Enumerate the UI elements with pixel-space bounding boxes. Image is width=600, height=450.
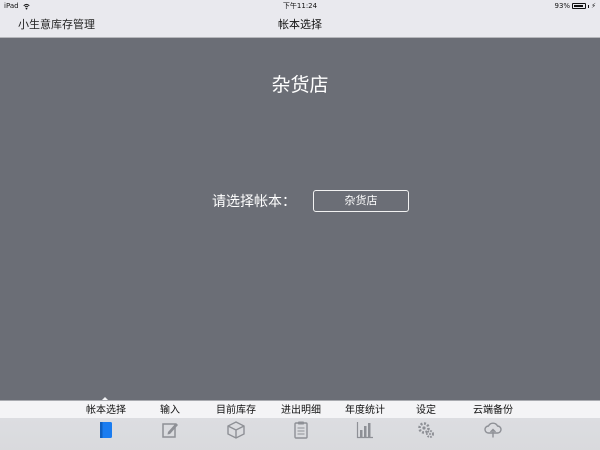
tab-label: 进出明细 (281, 405, 321, 416)
main-content: 杂货店 请选择帐本： 杂货店 (0, 38, 600, 400)
box-icon (227, 421, 245, 439)
battery-tip (588, 4, 590, 8)
tab-label: 帐本选择 (86, 405, 126, 416)
tab-cloud-backup[interactable]: 云端备份 (461, 401, 525, 450)
tab-ledger-select[interactable]: 帐本选择 (74, 401, 138, 450)
edit-icon (162, 423, 178, 438)
book-icon (100, 422, 112, 438)
tab-annual-stats[interactable]: 年度统计 (333, 401, 397, 450)
tab-settings[interactable]: 设定 (394, 401, 458, 450)
cloud-upload-icon (484, 422, 502, 438)
store-title: 杂货店 (271, 74, 329, 96)
status-bar-right: 93% ⚡︎ (555, 0, 596, 12)
battery-percent: 93% (554, 2, 571, 10)
ledger-picker-button[interactable]: 杂货店 (313, 190, 409, 212)
nav-back-button[interactable]: 小生意库存管理 (18, 12, 95, 37)
battery-icon (572, 3, 587, 9)
charging-icon: ⚡︎ (591, 1, 596, 10)
tab-bar: 帐本选择 输入 目前库存 进出明细 年度统计 设定 云端备份 (0, 400, 600, 450)
tab-current-inventory[interactable]: 目前库存 (204, 401, 268, 450)
status-bar: iPad 下午11:24 93% ⚡︎ (0, 0, 600, 12)
bar-chart-icon (356, 422, 373, 439)
gears-icon (418, 422, 434, 438)
tab-label: 云端备份 (473, 405, 513, 416)
clipboard-icon (294, 421, 308, 439)
tab-input[interactable]: 输入 (138, 401, 202, 450)
tab-label: 输入 (160, 405, 180, 416)
tab-label: 目前库存 (216, 405, 256, 416)
battery-fill (574, 5, 584, 7)
ledger-picker-label: 请选择帐本： (212, 194, 296, 210)
tab-label: 年度统计 (345, 405, 385, 416)
tab-label: 设定 (416, 405, 436, 416)
navigation-bar: 小生意库存管理 帐本选择 (0, 12, 600, 38)
tab-in-out-details[interactable]: 进出明细 (269, 401, 333, 450)
status-time: 下午11:24 (282, 2, 318, 10)
